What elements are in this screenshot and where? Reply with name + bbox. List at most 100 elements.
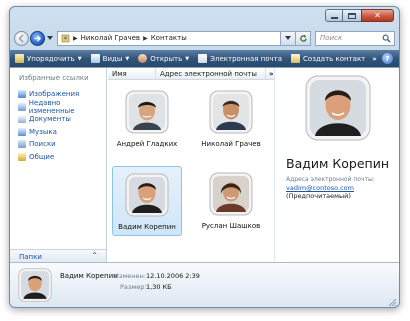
folders-toggle[interactable]: Папки ⌃ [10, 249, 106, 263]
nav-link-recent[interactable]: Недавно измененные [18, 98, 106, 115]
navigation-pane: Избранные ссылки Изображения Недавно изм… [10, 68, 107, 263]
explorer-window: ✕ ▶ Николай Грачев ▶ Контакты Поиск Упор… [9, 6, 400, 308]
contact-tile[interactable]: Андрей Гладких [112, 84, 182, 154]
details-size-label: Размер: [120, 283, 147, 291]
close-button[interactable]: ✕ [361, 9, 394, 22]
preview-email-link[interactable]: vadim@contoso.com [286, 184, 354, 192]
address-bar[interactable]: ▶ Николай Грачев ▶ Контакты [57, 30, 281, 46]
folders-label: Папки [19, 252, 42, 261]
caption-buttons: ✕ [325, 9, 394, 22]
contact-name: Руслан Шашков [201, 222, 261, 230]
help-button[interactable]: ? [382, 53, 393, 64]
new-contact-label: Создать контакт [303, 54, 366, 63]
pictures-icon [18, 90, 26, 99]
organize-icon [15, 54, 24, 63]
contact-tile[interactable]: Руслан Шашков [196, 166, 266, 236]
preview-contact-name: Вадим Корепин [286, 156, 390, 171]
contacts-folder-icon [61, 34, 70, 42]
details-size-value: 1,30 КБ [146, 283, 172, 291]
search-placeholder: Поиск [320, 34, 343, 42]
nav-link-label: Недавно измененные [28, 98, 75, 115]
nav-link-label: Изображения [29, 90, 80, 99]
nav-link-music[interactable]: Музыка [18, 126, 106, 139]
recent-pages-dropdown[interactable] [46, 31, 53, 46]
details-modified-label: Изменен: [114, 272, 146, 280]
resize-grip-icon[interactable] [387, 297, 397, 307]
contact-name: Николай Грачев [201, 140, 261, 148]
close-icon: ✕ [374, 10, 381, 20]
contact-name: Андрей Гладких [116, 140, 178, 148]
command-bar: Упорядочить ▼ Виды ▼ Открыть ▼ Электронн… [10, 50, 399, 67]
views-label: Виды [102, 54, 123, 63]
email-label: Электронная почта [210, 54, 283, 63]
open-label: Открыть [150, 54, 183, 63]
breadcrumb-separator-icon: ▶ [73, 34, 78, 42]
nav-link-public[interactable]: Общие [18, 151, 106, 164]
chevron-down-icon: ▼ [125, 55, 130, 62]
search-icon[interactable] [382, 34, 391, 43]
content-area: Избранные ссылки Изображения Недавно изм… [10, 67, 399, 283]
preview-photo [305, 75, 371, 141]
navigation-bar: ▶ Николай Грачев ▶ Контакты Поиск [14, 29, 395, 47]
details-contact-name: Вадим Корепин [60, 272, 118, 280]
contact-photo-icon [209, 90, 253, 134]
help-icon: ? [385, 54, 390, 63]
contact-photo-icon [209, 172, 253, 216]
file-list: Имя Адрес электронной почты » Андрей Гла… [108, 67, 274, 263]
back-arrow-icon [18, 33, 24, 43]
views-menu[interactable]: Виды ▼ [90, 54, 130, 63]
chevron-down-icon [285, 36, 291, 40]
nav-link-searches[interactable]: Поиски [18, 138, 106, 151]
details-contact-photo [18, 268, 52, 302]
forward-button[interactable] [30, 30, 45, 46]
documents-icon [18, 115, 26, 124]
nav-link-documents[interactable]: Документы [18, 113, 106, 126]
breadcrumb-separator-icon: ▶ [143, 34, 148, 42]
column-header-name[interactable]: Имя [108, 67, 156, 80]
contact-photo-icon [125, 173, 169, 217]
new-contact-icon [291, 54, 301, 63]
new-contact-button[interactable]: Создать контакт [291, 54, 365, 63]
breadcrumb-contacts[interactable]: Контакты [151, 34, 187, 42]
breadcrumb-user[interactable]: Николай Грачев [81, 34, 140, 42]
public-folder-icon [18, 152, 26, 161]
back-button[interactable] [14, 30, 29, 46]
maximize-button[interactable] [343, 9, 361, 22]
contact-name: Вадим Корепин [118, 223, 176, 231]
search-input[interactable]: Поиск [315, 30, 395, 46]
views-icon [90, 54, 100, 63]
nav-link-label: Документы [29, 115, 71, 124]
chevron-up-icon: ⌃ [91, 251, 98, 260]
chevron-down-icon: ▼ [77, 55, 82, 62]
details-pane: Вадим Корепин Изменен: 12.10.2006 2:39 Р… [10, 262, 399, 307]
forward-arrow-icon [34, 34, 42, 42]
favorite-links-list: Изображения Недавно измененные Документы… [18, 88, 106, 163]
minimize-button[interactable] [325, 9, 343, 22]
nav-link-label: Общие [29, 152, 55, 161]
nav-link-label: Музыка [29, 127, 57, 136]
recent-icon [18, 102, 26, 111]
favorite-links-heading: Избранные ссылки [19, 74, 89, 82]
chevron-down-icon [46, 36, 53, 40]
refresh-icon [299, 34, 307, 42]
contact-tile-selected[interactable]: Вадим Корепин [112, 166, 182, 236]
open-menu[interactable]: Открыть ▼ [138, 54, 189, 63]
maximize-icon [348, 12, 356, 19]
column-email-label: Адрес электронной почты [160, 69, 257, 78]
minimize-icon [330, 17, 338, 19]
organize-label: Упорядочить [27, 54, 75, 63]
column-header-email[interactable]: Адрес электронной почты [156, 67, 266, 80]
address-dropdown-button[interactable] [281, 30, 296, 46]
refresh-button[interactable] [296, 30, 311, 46]
toolbar-overflow-button[interactable]: » [372, 55, 377, 63]
email-button[interactable]: Электронная почта [198, 54, 282, 63]
column-name-label: Имя [112, 69, 127, 78]
email-icon [198, 54, 208, 63]
organize-menu[interactable]: Упорядочить ▼ [15, 54, 82, 63]
contact-photo-icon [125, 90, 169, 134]
open-contact-icon [138, 54, 148, 63]
contact-tile[interactable]: Николай Грачев [196, 84, 266, 154]
chevron-down-icon: ▼ [185, 55, 190, 62]
column-overflow-button[interactable]: » [269, 70, 274, 78]
column-headers: Имя Адрес электронной почты » [108, 67, 274, 80]
